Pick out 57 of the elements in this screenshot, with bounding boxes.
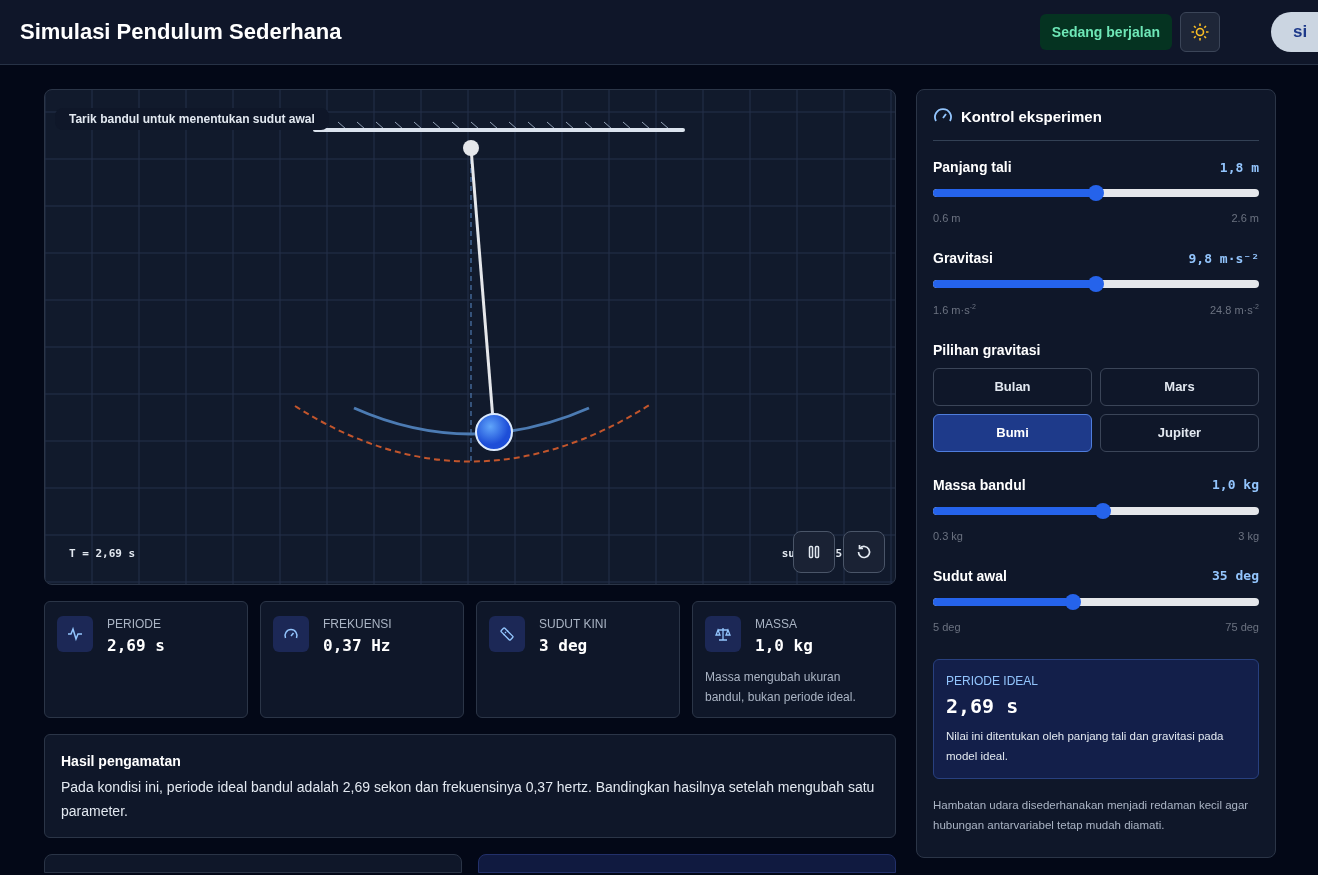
slider-reading: 35 deg <box>1212 568 1259 584</box>
gravity-preset-button[interactable]: Mars <box>1100 367 1259 406</box>
period-readout: T = 2,69 s <box>69 547 136 560</box>
slider-label: Gravitasi <box>933 250 993 266</box>
slider-thumb[interactable] <box>1094 502 1111 519</box>
stat-value: 2,69 s <box>107 636 165 655</box>
slider-thumb[interactable] <box>1088 276 1104 292</box>
gravity-preset-button[interactable]: Jupiter <box>1100 413 1259 452</box>
stat-value: 0,37 Hz <box>323 636 392 655</box>
drag-hint: Tarik bandul untuk menentukan sudut awal <box>55 108 329 130</box>
slider-thumb[interactable] <box>1088 185 1104 201</box>
gravity-preset-button[interactable]: Bumi <box>933 413 1092 452</box>
slider-thumb[interactable] <box>1065 593 1082 610</box>
slider-max-label: 24.8 m·s$^{-2}$ <box>1209 303 1259 316</box>
gravity-preset-button[interactable]: Bulan <box>933 367 1092 406</box>
slider-label: Sudut awal <box>933 567 1007 584</box>
preset-label: Pilihan gravitasi <box>933 341 1041 358</box>
slider-reading: 1,8 m <box>1219 159 1259 175</box>
angle-readout: 5 <box>835 547 842 560</box>
ruler-icon <box>499 626 515 642</box>
slider-min-label: 0.6 m <box>933 212 961 224</box>
sun-icon <box>1190 22 1210 42</box>
slider-min-label: 0.3 kg <box>933 529 963 542</box>
pulse-icon <box>67 626 83 642</box>
theme-toggle-button[interactable] <box>1180 12 1220 52</box>
reset-icon <box>855 543 873 561</box>
pendulum-drawing[interactable] <box>463 140 513 451</box>
stat-label: MASSA <box>755 617 798 631</box>
slider-max-label: 2.6 m <box>1231 212 1259 224</box>
stat-label: FREKUENSI <box>323 617 392 631</box>
observation-title: Hasil pengamatan <box>61 753 182 769</box>
stat-label: SUDUT KINI <box>539 617 607 631</box>
slider-max-label: 3 kg <box>1238 529 1259 542</box>
slider-max-label: 75 deg <box>1225 620 1259 633</box>
status-badge: Sedang berjalan <box>1039 14 1172 50</box>
slider-label: Massa bandul <box>933 476 1026 493</box>
panel-title: Kontrol eksperimen <box>961 107 1102 125</box>
slider-reading: 9,8 m·s⁻² <box>1188 250 1259 266</box>
observation-text: Pada kondisi ini, periode ideal bandul adalah 2,69 sekon dan frekuensinya 0,37 hertz. Bandingkan hasilnya setelah mengubah satu parameter. <box>61 778 876 821</box>
ideal-period-note: Nilai ini ditentukan oleh panjang tali dan gravitasi pada model ideal. <box>946 728 1225 764</box>
stat-value: 3 deg <box>539 636 589 655</box>
scale-icon <box>715 626 731 642</box>
slider-min-label: 1.6 m·s$^{-2}$ <box>933 303 976 316</box>
app-title: Simulasi Pendulum Sederhana <box>20 19 343 45</box>
reset-button[interactable] <box>843 531 885 573</box>
ideal-period-value: 2,69 s <box>946 693 1020 718</box>
slider-min-label: 5 deg <box>933 620 961 633</box>
footnote-text: Hambatan udara disederhanakan menjadi redaman kecil agar hubungan antarvariabel tetap mudah diamati. <box>933 797 1250 833</box>
user-pill[interactable]: si <box>1271 12 1318 52</box>
slider-reading: 1,0 kg <box>1212 477 1259 493</box>
pause-icon <box>806 544 822 560</box>
ideal-period-label: PERIODE IDEAL <box>946 673 1040 688</box>
stat-label: PERIODE <box>107 617 162 631</box>
pause-button[interactable] <box>793 531 835 573</box>
stat-note: Massa mengubah ukuran bandul, bukan periode ideal. <box>705 669 857 706</box>
stat-value: 1,0 kg <box>755 636 813 655</box>
slider-label: Panjang tali <box>933 159 1012 175</box>
